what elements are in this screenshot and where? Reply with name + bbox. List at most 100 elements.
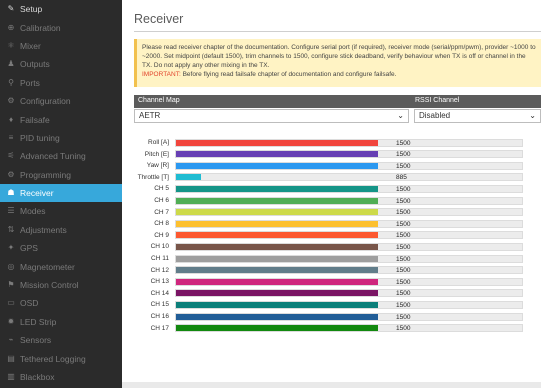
channel-row: Yaw [R] 1500 [122,160,541,172]
channel-fill [176,255,378,262]
sidebar-item-ports[interactable]: ⚲ Ports [0,74,122,92]
sidebar-item-advanced-tuning[interactable]: ⚟ Advanced Tuning [0,147,122,165]
channel-meter: 1500 [175,324,523,333]
rssi-channel-select[interactable]: Disabled ⌄ [414,109,541,123]
channel-label: CH 14 [150,289,169,297]
channel-label: Roll [A] [148,139,169,146]
channel-fill [176,185,378,192]
channel-value: 1500 [396,267,411,275]
channel-value: 1500 [396,197,411,205]
channel-label: CH 17 [150,324,169,332]
channel-fill [176,139,378,146]
channel-value: 1500 [396,301,411,309]
channel-fill [176,220,378,227]
outputs-icon: ♟ [7,59,15,69]
channel-fill [176,162,378,169]
channel-label: CH 11 [151,255,169,262]
channel-label: CH 10 [150,243,169,251]
sidebar-item-label: Receiver [20,188,54,199]
sidebar-item-pid-tuning[interactable]: ≡ PID tuning [0,129,122,147]
channel-fill [176,174,201,181]
channel-label: CH 15 [150,301,169,309]
channel-value: 1500 [396,278,411,286]
tethered-logging-icon: ▤ [7,353,15,363]
channel-value: 1500 [396,255,411,263]
channel-meter: 885 [175,173,523,182]
channel-meter: 1500 [175,231,523,240]
config-header: Channel Map RSSI Channel [134,95,541,108]
sidebar-item-label: LED Strip [20,316,57,327]
sidebar-item-label: Advanced Tuning [20,151,86,162]
sidebar-item-outputs[interactable]: ♟ Outputs [0,55,122,73]
title-divider [134,31,541,32]
sidebar-item-programming[interactable]: ⚙ Programming [0,166,122,184]
channel-value: 885 [396,174,407,182]
channel-fill [176,301,378,308]
sidebar-item-label: GPS [20,243,38,254]
channel-row: CH 16 1500 [122,311,541,323]
channel-label: CH 12 [150,266,169,274]
channel-meter: 1500 [175,161,523,170]
receiver-icon: ☗ [7,188,15,198]
sidebar-item-failsafe[interactable]: ♦ Failsafe [0,110,122,128]
channel-value: 1500 [396,313,411,321]
sidebar-item-label: OSD [20,298,39,309]
channel-label: Throttle [T] [137,173,169,181]
channel-fill [176,313,378,320]
channel-map-label: Channel Map [138,97,180,104]
channel-row: Roll [A] 1500 [122,137,541,149]
channel-meter: 1500 [175,312,523,321]
sidebar-item-label: Adjustments [20,224,67,235]
sidebar-item-label: Failsafe [20,114,50,125]
channel-row: CH 13 1500 [122,276,541,288]
sidebar-item-configuration[interactable]: ⚙ Configuration [0,92,122,110]
channel-row: Pitch [E] 1500 [122,149,541,161]
sidebar-item-calibration[interactable]: ⊕ Calibration [0,18,122,36]
sidebar-item-label: Sensors [20,335,52,346]
sidebar-item-mission-control[interactable]: ⚑ Mission Control [0,276,122,294]
sidebar-item-label: Blackbox [20,372,55,382]
pid-icon: ≡ [8,132,14,142]
sidebar-item-tethered-logging[interactable]: ▤ Tethered Logging [0,349,122,367]
channel-map-value: AETR [139,111,161,120]
channel-meter: 1500 [175,219,523,228]
channel-meter: 1500 [175,300,523,309]
sidebar-item-gps[interactable]: ✦ GPS [0,239,122,257]
sidebar-item-receiver[interactable]: ☗ Receiver [0,183,122,203]
channel-meter: 1500 [175,138,523,147]
channel-label: CH 13 [150,278,169,286]
channel-meter: 1500 [175,266,523,275]
sidebar-item-magnetometer[interactable]: ◎ Magnetometer [0,257,122,275]
sidebar-item-sensors[interactable]: ⌁ Sensors [0,331,122,349]
notice-important-label: IMPORTANT: [142,71,181,78]
channel-row: CH 6 1500 [122,195,541,207]
channel-value: 1500 [396,139,411,147]
channel-meter: 1500 [175,208,523,217]
sidebar-item-label: Ports [20,77,40,88]
channel-map-select[interactable]: AETR ⌄ [134,109,409,123]
chevron-down-icon: ⌄ [397,111,404,120]
channel-value: 1500 [396,162,411,170]
sidebar-item-setup[interactable]: ✎ Setup [0,0,122,18]
channel-fill [176,278,378,285]
channel-fill [176,151,378,158]
magnetometer-icon: ◎ [7,261,15,271]
channel-fill [176,243,378,250]
channel-fill [176,325,378,332]
sidebar-item-label: Modes [20,206,46,217]
footer-divider [122,382,541,388]
sidebar-item-blackbox[interactable]: ▥ Blackbox [0,368,122,386]
sidebar-item-mixer[interactable]: ⚛ Mixer [0,37,122,55]
channel-label: CH 8 [154,220,169,228]
wrench-icon: ✎ [7,4,15,14]
sidebar-item-osd[interactable]: ▭ OSD [0,294,122,312]
gps-icon: ✦ [7,243,15,253]
receiver-notice: Please read receiver chapter of the docu… [134,39,541,87]
sidebar-item-label: Programming [20,169,72,180]
failsafe-icon: ♦ [8,114,14,124]
mixer-icon: ⚛ [7,40,15,50]
sidebar-item-adjustments[interactable]: ⇅ Adjustments [0,221,122,239]
sidebar-item-modes[interactable]: ☰ Modes [0,202,122,220]
crosshair-icon: ⊕ [7,22,15,32]
sidebar-item-led-strip[interactable]: ✹ LED Strip [0,313,122,331]
